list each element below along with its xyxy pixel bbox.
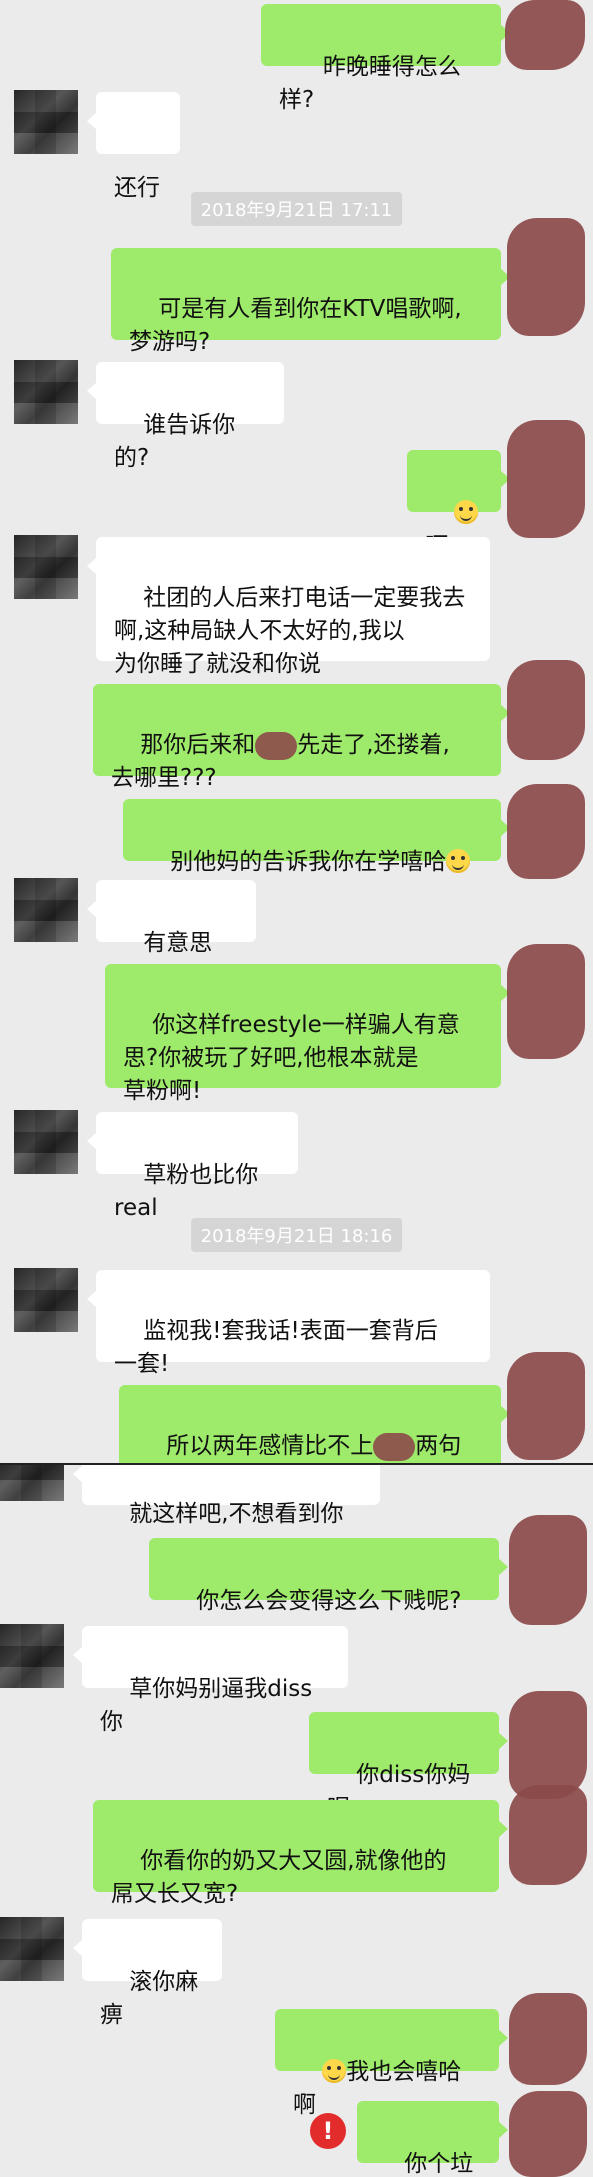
chat-panel-2: 就这样吧,不想看到你 你怎么会变得这么下贱呢? 草你妈别逼我diss你 你dis… bbox=[0, 1465, 593, 2177]
message-text: 谁告诉你的? bbox=[114, 412, 236, 471]
avatar-contact[interactable] bbox=[14, 1268, 78, 1332]
message-bubble-sent[interactable]: 可是有人看到你在KTV唱歌啊, 梦游吗? bbox=[111, 248, 510, 355]
avatar-self[interactable] bbox=[507, 660, 585, 760]
message-text: 你看你的奶又大又圆,就像他的 屌又长又宽? bbox=[111, 1848, 447, 1907]
timestamp: 2018年9月21日 18:16 bbox=[190, 1218, 403, 1252]
message-text: 草粉也比你real bbox=[114, 1162, 259, 1221]
avatar-self[interactable] bbox=[505, 0, 585, 70]
redacted-name bbox=[373, 1432, 416, 1461]
message-bubble-received[interactable]: 有意思吗? bbox=[87, 880, 256, 989]
message-text: 你个垃圾 bbox=[404, 2151, 474, 2177]
smile-emoji-icon bbox=[322, 2059, 347, 2083]
message-text: 别他妈的告诉我你在学嘻哈 bbox=[170, 849, 447, 875]
message-bubble-received[interactable]: 滚你麻痹 bbox=[73, 1919, 222, 2028]
message-text: 那你后来和 bbox=[140, 732, 256, 758]
timestamp: 2018年9月21日 17:11 bbox=[190, 192, 403, 226]
avatar-contact[interactable] bbox=[0, 1917, 64, 1981]
message-bubble-sent[interactable]: 呵 bbox=[407, 450, 510, 559]
message-text: 草你妈别逼我diss你 bbox=[100, 1676, 313, 1735]
avatar-contact[interactable] bbox=[14, 360, 78, 424]
avatar-contact[interactable] bbox=[0, 1624, 64, 1688]
message-bubble-received[interactable]: 就这样吧,不想看到你 bbox=[73, 1465, 380, 1527]
smile-emoji-icon bbox=[454, 500, 479, 524]
avatar-contact[interactable] bbox=[14, 535, 78, 599]
avatar-self[interactable] bbox=[509, 1515, 587, 1625]
message-bubble-sent[interactable]: 你看你的奶又大又圆,就像他的 屌又长又宽? bbox=[93, 1800, 508, 1907]
avatar-contact[interactable] bbox=[14, 878, 78, 942]
avatar-self[interactable] bbox=[507, 420, 585, 538]
avatar-contact[interactable] bbox=[14, 1110, 78, 1174]
avatar-contact[interactable] bbox=[14, 90, 78, 154]
avatar-self[interactable] bbox=[509, 2091, 587, 2177]
message-bubble-received[interactable]: 谁告诉你的? bbox=[87, 362, 284, 471]
message-text: 可是有人看到你在KTV唱歌啊, 梦游吗? bbox=[129, 296, 462, 355]
redacted-name bbox=[255, 731, 298, 760]
send-failed-icon[interactable]: ! bbox=[310, 2113, 346, 2149]
message-bubble-sent[interactable]: 你怎么会变得这么下贱呢? bbox=[149, 1538, 508, 1614]
message-bubble-received[interactable]: 草粉也比你real bbox=[87, 1112, 298, 1221]
avatar-self[interactable] bbox=[507, 1352, 585, 1460]
message-text: 所以两年感情比不上 bbox=[166, 1433, 374, 1459]
smile-emoji-icon bbox=[446, 849, 471, 873]
avatar-self[interactable] bbox=[509, 1785, 587, 1885]
message-bubble-sent[interactable]: 昨晚睡得怎么样? bbox=[261, 4, 510, 113]
avatar-self[interactable] bbox=[507, 218, 585, 336]
chat-panel-1: 昨晚睡得怎么样? 还行 2018年9月21日 17:11 可是有人看到你在KTV… bbox=[0, 0, 593, 1463]
message-bubble-received[interactable]: 监视我!套我话!表面一套背后 一套! bbox=[87, 1270, 490, 1377]
message-bubble-sent[interactable]: 你这样freestyle一样骗人有意 思?你被玩了好吧,他根本就是 草粉啊! bbox=[105, 964, 510, 1104]
avatar-self[interactable] bbox=[509, 1691, 587, 1799]
avatar-self[interactable] bbox=[507, 784, 585, 879]
avatar-self[interactable] bbox=[507, 944, 585, 1059]
message-text: 滚你麻痹 bbox=[100, 1969, 199, 2028]
message-bubble-sent[interactable]: 所以两年感情比不上两句说 唱?见个面吧 bbox=[119, 1385, 510, 1463]
message-text: 社团的人后来打电话一定要我去 啊,这种局缺人不太好的,我以 为你睡了就没和你说 bbox=[114, 585, 466, 677]
avatar-self[interactable] bbox=[509, 1993, 587, 2085]
message-text: 还行 bbox=[114, 175, 160, 201]
message-bubble-sent[interactable]: 别他妈的告诉我你在学嘻哈 bbox=[123, 799, 510, 875]
message-bubble-received[interactable]: 还行 bbox=[87, 92, 180, 201]
message-bubble-sent[interactable]: 那你后来和 先走了,还搂着, 去哪里??? bbox=[93, 684, 510, 791]
message-text: 你怎么会变得这么下贱呢? bbox=[196, 1588, 462, 1614]
message-text: 就这样吧,不想看到你 bbox=[129, 1501, 344, 1527]
message-text: 你这样freestyle一样骗人有意 思?你被玩了好吧,他根本就是 草粉啊! bbox=[123, 1012, 460, 1104]
message-text: 监视我!套我话!表面一套背后 一套! bbox=[114, 1318, 438, 1377]
message-bubble-sent[interactable]: 我也会嘻哈啊 bbox=[275, 2009, 508, 2118]
message-text: 昨晚睡得怎么样? bbox=[279, 54, 461, 113]
message-bubble-sent[interactable]: 你diss你妈呢 bbox=[309, 1712, 508, 1821]
message-bubble-received[interactable]: 社团的人后来打电话一定要我去 啊,这种局缺人不太好的,我以 为你睡了就没和你说 bbox=[87, 537, 490, 677]
message-bubble-received[interactable]: 草你妈别逼我diss你 bbox=[73, 1626, 348, 1735]
avatar-contact[interactable] bbox=[0, 1465, 64, 1501]
message-bubble-sent[interactable]: 你个垃圾 bbox=[357, 2101, 508, 2177]
